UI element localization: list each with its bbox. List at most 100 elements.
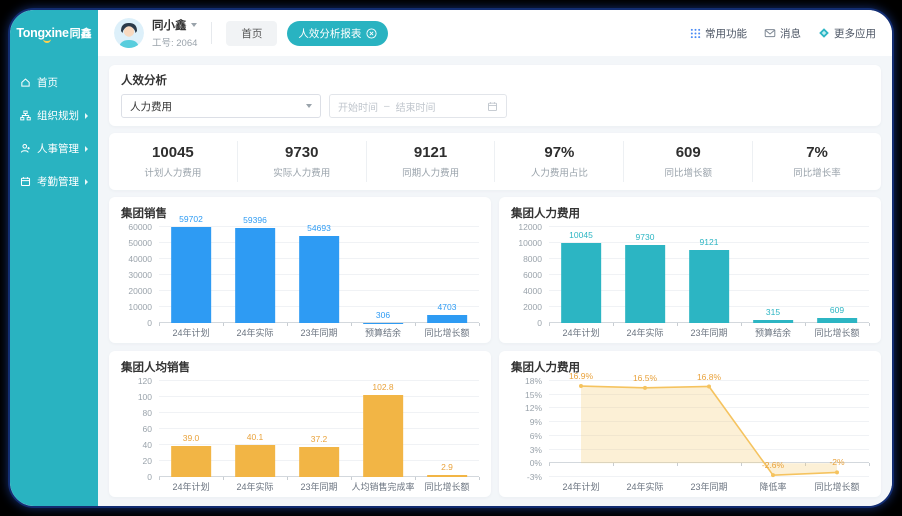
gridline [549,226,869,227]
sidebar-item-org-planning[interactable]: 组织规划 [10,99,98,132]
plot-area: 16.9%16.5%16.8%-2.6%-2% [549,381,869,477]
y-tick-label: 9% [530,417,542,427]
x-axis-labels: 24年计划24年实际23年同期预算结余同比增长额 [549,323,869,337]
axis-tick [549,323,550,326]
header: 同小鑫 工号: 2064 首页 人效分析报表 常用功能 消息 [98,10,892,56]
sidebar-item-home[interactable]: 首页 [10,66,98,99]
y-tick-label: 40 [143,440,152,450]
plot-area: 39.040.137.2102.82.9 [159,381,479,477]
main-content: 人效分析 人力费用 开始时间 – 结束时间 10045 [98,56,892,506]
y-axis: 020004000600080001000012000 [511,227,549,323]
stat-label: 同比增长率 [753,165,881,179]
more-apps-label: 更多应用 [834,26,876,41]
axis-tick [613,323,614,326]
stat-value: 9730 [238,144,366,161]
y-tick-label: 0 [147,318,152,328]
y-tick-label: -3% [527,472,542,482]
bar-value-label: 9730 [636,232,655,242]
filter-controls: 人力费用 开始时间 – 结束时间 [121,94,869,118]
bar-value-label: 4703 [438,302,457,312]
chart-title: 集团销售 [121,205,479,221]
stat-label: 人力费用占比 [495,165,623,179]
bar-value-label: 9121 [700,237,719,247]
quick-functions-button[interactable]: 常用功能 [690,26,747,41]
bar-value-label: 306 [376,310,390,320]
y-tick-label: 20 [143,456,152,466]
y-tick-label: 10000 [518,238,542,248]
header-divider [211,22,212,44]
bar [625,245,665,323]
y-tick-label: 2000 [523,302,542,312]
y-tick-label: 0 [537,318,542,328]
messages-label: 消息 [780,26,801,41]
bar-value-label: 39.0 [183,433,200,443]
x-axis-label: 同比增长额 [805,480,869,491]
metric-select[interactable]: 人力费用 [121,94,321,118]
x-axis-label: 同比增长额 [415,326,479,337]
date-separator: – [384,101,390,112]
sidebar-item-label: 首页 [37,75,58,90]
x-axis-label: 同比增长额 [415,480,479,491]
chart-title: 集团人力费用 [511,359,869,375]
gridline [159,380,479,381]
chart-card-hr-cost-rate: 集团人力费用 -3%0%3%6%9%12%15%18% 16.9%16.5%16… [499,351,881,497]
axis-tick [479,477,480,480]
chevron-right-icon [85,113,88,119]
logo-smile-icon [43,39,51,43]
more-apps-button[interactable]: 更多应用 [818,26,876,41]
sidebar-item-label: 考勤管理 [37,174,79,189]
x-axis-label: 人均销售完成率 [351,480,415,491]
stat-yoy-growth-rate: 7% 同比增长率 [752,141,881,182]
bar-value-label: 54693 [307,223,331,233]
brand-logo-text: Tongxine [16,26,68,40]
stat-label: 计划人力费用 [109,165,237,179]
avatar[interactable] [114,18,144,48]
calendar-icon [487,101,498,112]
chart-title: 集团人力费用 [511,205,869,221]
quick-functions-label: 常用功能 [705,26,747,41]
bar-value-label: 2.9 [441,462,453,472]
bar [171,227,211,323]
user-info[interactable]: 同小鑫 工号: 2064 [152,17,197,49]
tab-close-icon[interactable] [366,28,377,39]
stat-label: 同比增长额 [624,165,752,179]
messages-button[interactable]: 消息 [764,26,801,41]
bar [235,228,275,323]
bar [427,315,467,323]
tab-report-label: 人效分析报表 [298,26,361,41]
sidebar-item-hr-management[interactable]: 人事管理 [10,132,98,165]
bar [817,318,857,323]
plot-area: 5970259396546933064703 [159,227,479,323]
stat-value: 7% [753,144,881,161]
page-title: 人效分析 [121,72,869,88]
chevron-right-icon [85,146,88,152]
y-tick-label: 12% [525,403,542,413]
y-tick-label: 10000 [128,302,152,312]
sidebar-item-label: 人事管理 [37,141,79,156]
sidebar-item-attendance[interactable]: 考勤管理 [10,165,98,198]
x-axis-label: 预算结余 [741,326,805,337]
plot-area: 1004597309121315609 [549,227,869,323]
bar-value-label: 102.8 [372,382,393,392]
bar-chart-group-hr-cost: 020004000600080001000012000 100459730912… [511,227,869,323]
y-tick-label: 120 [138,376,152,386]
stat-same-period-hr-cost: 9121 同期人力费用 [366,141,495,182]
y-tick-label: 4000 [523,286,542,296]
bar [363,395,403,477]
mail-icon [764,27,776,39]
date-range-input[interactable]: 开始时间 – 结束时间 [329,94,507,118]
point-value-label: 16.8% [697,372,721,382]
x-axis-label: 24年计划 [549,480,613,491]
y-tick-label: 0 [147,472,152,482]
tab-home-label: 首页 [241,28,262,40]
tab-home[interactable]: 首页 [226,21,277,46]
home-icon [20,77,31,88]
line-series [549,381,869,477]
sidebar-nav: 首页 组织规划 人事管理 考勤管理 [10,56,98,198]
tab-efficiency-report[interactable]: 人效分析报表 [287,21,388,46]
axis-tick [223,323,224,326]
y-tick-label: 18% [525,376,542,386]
stat-value: 609 [624,144,752,161]
x-axis-label: 24年计划 [159,326,223,337]
x-axis-label: 24年计划 [549,326,613,337]
